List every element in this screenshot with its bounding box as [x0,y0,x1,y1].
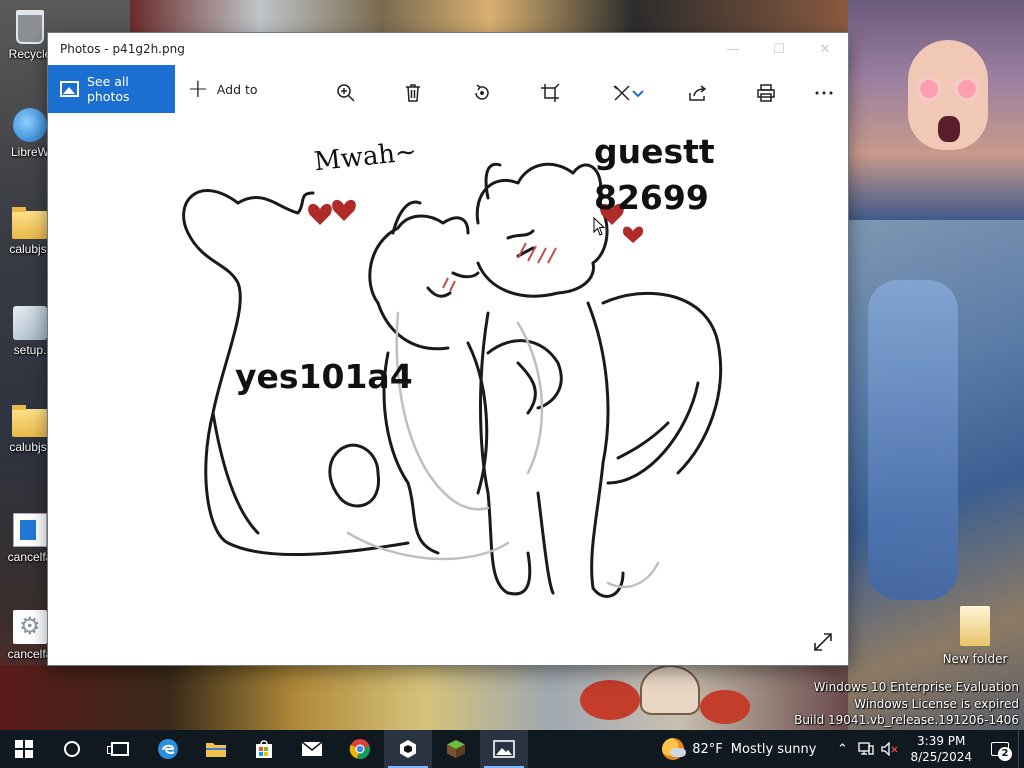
weather-condition: Mostly sunny [730,741,817,757]
clock-time: 3:39 PM [917,734,966,748]
caption-guestt-82699: guestt 82699 [594,129,715,221]
photos-app-window[interactable]: Photos - p41g2h.png — ☐ ✕ See all photos… [48,33,848,665]
desktop-icon-new-folder[interactable]: New folder [942,606,1008,666]
rotate-icon[interactable] [466,77,498,109]
mail-icon [301,741,323,756]
windows-logo-icon [15,740,33,758]
chevron-down-icon[interactable] [628,77,648,109]
cat-sketch-artwork [182,162,723,598]
clock[interactable]: 3:39 PM 8/25/2024 [910,733,972,765]
watermark-line: Windows License is expired [854,696,1019,711]
see-all-photos-button[interactable]: See all photos [48,65,175,113]
plus-icon: + [187,74,209,104]
notification-count-badge: 2 [998,747,1012,761]
chrome-icon [349,739,370,759]
edge-icon [158,739,178,759]
folder-icon [12,405,48,437]
wallpaper-anime-character [848,0,1024,220]
wallpaper-crab-claw [580,680,640,720]
more-icon[interactable] [808,77,840,109]
anime-face [908,40,988,150]
photos-toolbar: See all photos + Add to [48,65,848,113]
watermark-line: Windows 10 Enterprise Evaluation [813,680,1019,694]
start-button[interactable] [0,730,48,768]
taskbar-edge[interactable] [144,730,192,768]
delete-icon[interactable] [397,77,429,109]
settings-file-icon [13,610,47,644]
anime-mouth [938,116,960,142]
taskbar-file-explorer[interactable] [192,730,240,768]
chevron-up-icon[interactable]: ⌃ [832,730,852,768]
folder-icon [12,207,48,239]
window-controls: — ☐ ✕ [710,33,848,65]
caption-yes101a4: yes101a4 [235,357,413,396]
taskbar-chrome[interactable] [336,730,384,768]
watermark-line: Build 19041.vb_release.191206-1406 [794,713,1019,727]
maximize-button[interactable]: ☐ [756,33,802,65]
search-button[interactable] [48,730,96,768]
taskbar-app-cube[interactable] [384,730,432,768]
photos-app-icon [493,740,515,758]
image-viewer[interactable]: Mwah~ guestt 82699 yes101a4 [48,113,848,665]
taskbar: 82°F Mostly sunny ⌃ 3:39 PM 8/25/2024 2 [0,730,1024,768]
libreoffice-icon [13,108,47,142]
zoom-in-icon[interactable] [330,77,362,109]
taskbar-store[interactable] [240,730,288,768]
action-center-button[interactable]: 2 [982,730,1018,768]
wallpaper-cartoon-character [640,665,700,715]
system-tray: 82°F Mostly sunny ⌃ 3:39 PM 8/25/2024 2 [662,730,1024,768]
taskbar-mail[interactable] [288,730,336,768]
store-icon [256,740,272,758]
cube-app-icon [400,740,416,758]
network-icon[interactable] [856,730,876,768]
task-view-button[interactable] [96,730,144,768]
recycle-bin-icon [16,10,44,44]
cortana-search-icon [64,741,80,757]
taskbar-photos[interactable] [480,730,528,768]
pictures-icon [60,81,79,97]
crop-icon[interactable] [534,77,566,109]
taskbar-minecraft[interactable] [432,730,480,768]
weather-temp: 82°F [692,741,723,757]
close-button[interactable]: ✕ [802,33,848,65]
print-icon[interactable] [750,77,782,109]
partly-sunny-icon [662,738,687,760]
add-to-button[interactable]: + Add to [187,76,258,102]
weather-widget[interactable]: 82°F Mostly sunny [662,738,816,760]
app-window-icon [13,513,47,547]
caption-guest-line2: 82699 [594,178,709,217]
wallpaper-photo-sleeve [868,280,958,600]
fullscreen-expand-icon[interactable] [812,631,834,653]
title-bar[interactable]: Photos - p41g2h.png — ☐ ✕ [48,33,848,65]
anime-eye-right [958,80,976,98]
caption-guest-line1: guestt [594,132,715,171]
minecraft-icon [447,740,465,758]
desktop-icon-label: New folder [942,652,1008,666]
show-desktop-button[interactable] [1018,730,1024,768]
window-title: Photos - p41g2h.png [60,42,185,56]
minimize-button[interactable]: — [710,33,756,65]
clock-date: 8/25/2024 [910,750,972,764]
task-view-icon [107,742,129,756]
windows-watermark: Windows 10 Enterprise Evaluation Windows… [794,679,1019,729]
wallpaper-crab-claw-2 [700,690,750,724]
folder-icon [960,606,990,646]
file-explorer-icon [206,743,226,757]
share-icon[interactable] [682,77,714,109]
see-all-photos-label: See all photos [86,74,130,104]
mouse-cursor-icon [593,217,606,236]
wallpaper-top-strip [130,0,850,36]
add-to-label: Add to [216,81,258,97]
setup-icon [13,306,47,340]
anime-eye-left [920,80,938,98]
volume-muted-icon[interactable] [880,730,900,768]
